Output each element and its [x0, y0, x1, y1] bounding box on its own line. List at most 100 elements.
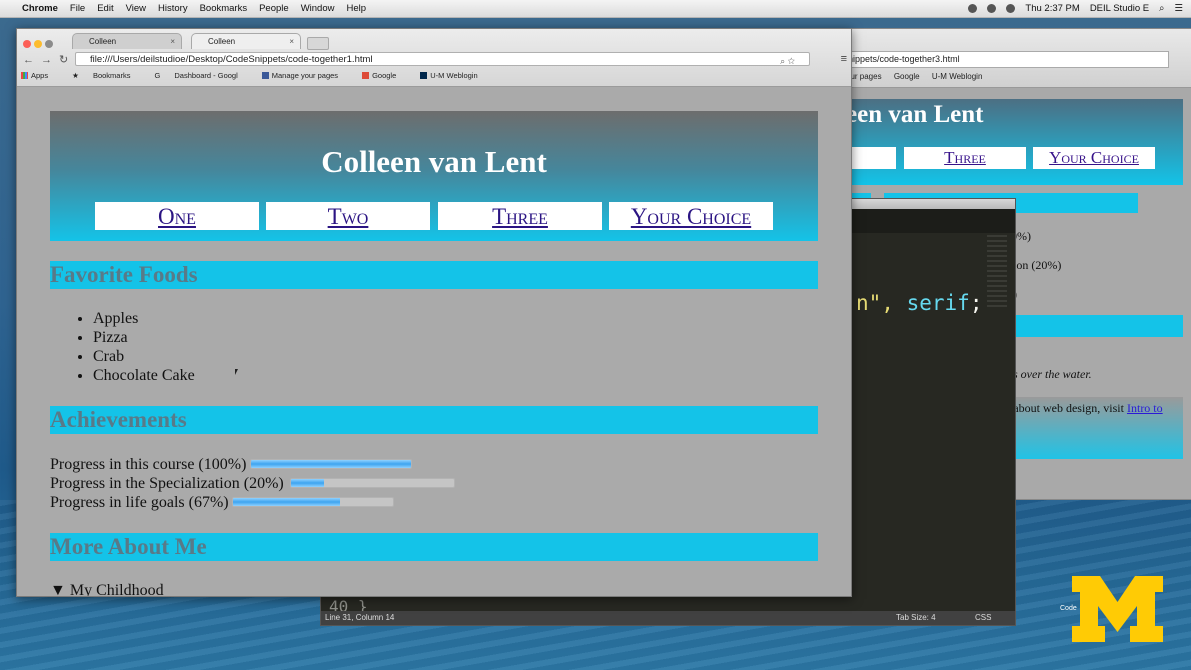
progress-bar [250, 459, 412, 469]
progress-fill [233, 498, 341, 506]
menu-bookmarks[interactable]: Bookmarks [200, 3, 248, 14]
background-footer-link[interactable]: Intro to [1127, 401, 1163, 415]
mouse-cursor-icon [235, 369, 238, 375]
bookmark-manage-label: Manage your pages [271, 71, 339, 80]
background-url-bar[interactable]: nippets/code-together3.html [841, 51, 1169, 68]
list-item: Crab [93, 347, 195, 366]
browser-chrome: Colleen × Colleen × ← → ↻ file:///Users/deil… [17, 29, 851, 87]
notification-icon[interactable]: ☰ [1174, 3, 1183, 14]
window-controls [23, 35, 56, 53]
university-of-michigan-logo [1072, 576, 1163, 642]
back-icon[interactable]: ← [23, 54, 34, 66]
bookmarks-bar: Apps ★ Bookmarks G Dashboard - Googl Man… [21, 71, 502, 80]
menubar-user[interactable]: DEIL Studio E [1090, 3, 1149, 14]
menu-app-name[interactable]: Chrome [22, 3, 58, 14]
um-block-m-mark [1072, 576, 1163, 642]
spotlight-icon[interactable]: ⌕ [1159, 3, 1164, 14]
browser-window[interactable]: Colleen × Colleen × ← → ↻ file:///Users/deil… [16, 28, 852, 597]
list-item: Chocolate Cake [93, 366, 195, 385]
code-end: ; [969, 291, 983, 315]
bookmark-dashboard-label: Dashboard - Googl [174, 71, 238, 80]
foods-list: Apples Pizza Crab Chocolate Cake [77, 309, 195, 385]
bookmark-apps[interactable]: Apps [21, 71, 60, 80]
forward-icon[interactable]: → [41, 54, 52, 66]
bookmark-google-label: Google [372, 71, 397, 80]
nav-link-one[interactable]: One [95, 202, 259, 230]
menu-help[interactable]: Help [346, 3, 366, 14]
menu-people[interactable]: People [259, 3, 289, 14]
code-string: n", [856, 291, 894, 315]
google-g-icon: G [154, 71, 161, 80]
new-tab-button[interactable] [307, 37, 329, 50]
progress-fill [251, 460, 411, 468]
details-summary[interactable]: ▼ My Childhood [50, 582, 164, 596]
volume-icon[interactable] [1006, 4, 1016, 13]
page-header: Colleen van Lent One Two Three Your Choi… [50, 111, 818, 241]
menu-edit[interactable]: Edit [97, 3, 113, 14]
page-title: Colleen van Lent [321, 144, 547, 179]
nav-link-your-choice[interactable]: Your Choice [609, 202, 773, 230]
editor-minimap[interactable] [987, 235, 1007, 309]
status-cursor-position: Line 31, Column 14 [325, 613, 395, 622]
chrome-menu-icon[interactable]: ≡ [841, 53, 847, 65]
background-italic-text: s over the water. [1013, 367, 1092, 381]
background-nav-your-choice[interactable]: Your Choice [1033, 147, 1155, 169]
menu-view[interactable]: View [126, 3, 146, 14]
bookmark-star-icon[interactable]: ☆ [788, 56, 795, 66]
menubar-clock[interactable]: Thu 2:37 PM [1025, 3, 1079, 14]
background-footer-copy: re about web design, visit [1001, 401, 1124, 415]
browser-tab-active[interactable]: Colleen × [191, 33, 301, 49]
zoom-magnifier-icon[interactable]: ⌕ [780, 56, 785, 66]
wifi-icon[interactable] [987, 4, 997, 13]
editor-status-bar: Line 31, Column 14 Tab Size: 4 CSS [321, 611, 1015, 625]
section-heading-achievements: Achievements [50, 406, 818, 434]
address-bar[interactable]: file:///Users/deilstudioe/Desktop/CodeSn… [75, 52, 810, 66]
zoom-icon[interactable] [45, 40, 53, 48]
list-item: Pizza [93, 328, 195, 347]
menu-history[interactable]: History [158, 3, 188, 14]
progress-bar [232, 497, 394, 507]
google-plus-icon [362, 72, 370, 79]
tab-close-icon[interactable]: × [170, 34, 175, 50]
status-syntax[interactable]: CSS [975, 611, 991, 625]
nav-link-three[interactable]: Three [438, 202, 602, 230]
browser-tab[interactable]: Colleen × [72, 33, 182, 49]
bookmark-bookmarks[interactable]: ★ Bookmarks [72, 71, 142, 80]
bookmark-weblogin-label: U-M Weblogin [430, 71, 478, 80]
bookmark-dashboard[interactable]: G Dashboard - Googl [154, 71, 249, 80]
tab-close-icon[interactable]: × [289, 34, 294, 50]
menubar-status-area: Thu 2:37 PM DEIL Studio E ⌕ ☰ [958, 0, 1183, 17]
progress-fill [291, 479, 324, 487]
minimize-icon[interactable] [34, 40, 42, 48]
address-bar-icons: ⌕ ☆ [780, 54, 795, 68]
status-tray-icon[interactable] [968, 4, 978, 13]
editor-code-line[interactable]: n", serif; [856, 291, 982, 315]
navigation-buttons: ← → ↻ [23, 53, 75, 66]
background-bookmark-weblogin[interactable]: U-M Weblogin [932, 72, 983, 81]
section-heading-foods: Favorite Foods [50, 261, 818, 289]
progress-label: Progress in this course (100%) [50, 456, 247, 473]
menu-window[interactable]: Window [301, 3, 335, 14]
nav-link-two[interactable]: Two [266, 202, 430, 230]
bookmark-manage-pages[interactable]: Manage your pages [261, 71, 350, 80]
bookmark-apps-label: Apps [31, 71, 49, 80]
progress-label: Progress in the Specialization (20%) [50, 475, 284, 492]
apps-grid-icon [21, 72, 28, 79]
background-footer-text: re about web design, visit Intro to [1001, 401, 1163, 416]
bookmark-google[interactable]: Google [362, 71, 408, 80]
bookmark-weblogin[interactable]: U-M Weblogin [420, 71, 489, 80]
close-icon[interactable] [23, 40, 31, 48]
menu-file[interactable]: File [70, 3, 85, 14]
reload-icon[interactable]: ↻ [59, 54, 68, 66]
mac-menubar: Chrome File Edit View History Bookmarks … [0, 0, 1191, 18]
background-bookmark-google[interactable]: Google [894, 72, 920, 81]
progress-label: Progress in life goals (67%) [50, 494, 229, 511]
section-heading-more: More About Me [50, 533, 818, 561]
background-bookmarks-bar: our pages Google U-M Weblogin [846, 72, 992, 81]
code-keyword: serif [906, 291, 970, 315]
background-section-bar [1015, 315, 1183, 337]
tab-label: Colleen [208, 37, 236, 46]
background-page-name: een van Lent [846, 101, 984, 128]
background-nav-three[interactable]: Three [904, 147, 1026, 169]
status-tab-size[interactable]: Tab Size: 4 [896, 611, 936, 625]
